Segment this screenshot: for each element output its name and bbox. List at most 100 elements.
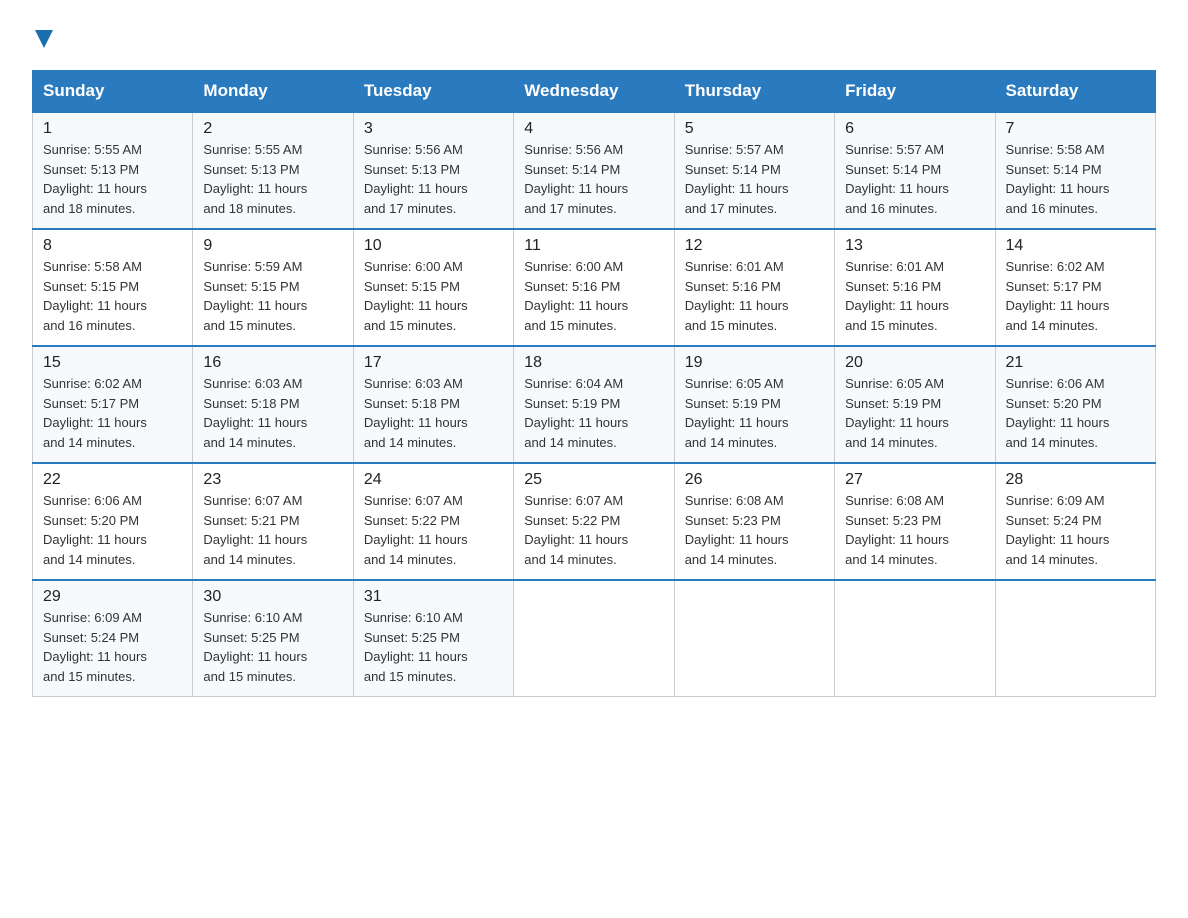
day-number: 20 bbox=[845, 354, 984, 372]
day-number: 28 bbox=[1006, 471, 1145, 489]
day-cell: 9 Sunrise: 5:59 AMSunset: 5:15 PMDayligh… bbox=[193, 229, 353, 346]
day-number: 15 bbox=[43, 354, 182, 372]
day-cell bbox=[674, 580, 834, 697]
day-detail: Sunrise: 5:59 AMSunset: 5:15 PMDaylight:… bbox=[203, 259, 307, 333]
day-detail: Sunrise: 6:09 AMSunset: 5:24 PMDaylight:… bbox=[1006, 493, 1110, 567]
day-cell bbox=[835, 580, 995, 697]
day-detail: Sunrise: 6:00 AMSunset: 5:16 PMDaylight:… bbox=[524, 259, 628, 333]
day-cell: 12 Sunrise: 6:01 AMSunset: 5:16 PMDaylig… bbox=[674, 229, 834, 346]
day-number: 3 bbox=[364, 120, 503, 138]
week-row-2: 8 Sunrise: 5:58 AMSunset: 5:15 PMDayligh… bbox=[33, 229, 1156, 346]
day-cell: 3 Sunrise: 5:56 AMSunset: 5:13 PMDayligh… bbox=[353, 112, 513, 229]
day-number: 4 bbox=[524, 120, 663, 138]
day-cell: 15 Sunrise: 6:02 AMSunset: 5:17 PMDaylig… bbox=[33, 346, 193, 463]
col-monday: Monday bbox=[193, 71, 353, 113]
day-number: 18 bbox=[524, 354, 663, 372]
logo-arrow-icon bbox=[32, 24, 53, 50]
week-row-5: 29 Sunrise: 6:09 AMSunset: 5:24 PMDaylig… bbox=[33, 580, 1156, 697]
day-cell: 19 Sunrise: 6:05 AMSunset: 5:19 PMDaylig… bbox=[674, 346, 834, 463]
day-detail: Sunrise: 6:01 AMSunset: 5:16 PMDaylight:… bbox=[685, 259, 789, 333]
day-cell: 22 Sunrise: 6:06 AMSunset: 5:20 PMDaylig… bbox=[33, 463, 193, 580]
logo bbox=[32, 24, 53, 52]
day-number: 17 bbox=[364, 354, 503, 372]
day-cell: 11 Sunrise: 6:00 AMSunset: 5:16 PMDaylig… bbox=[514, 229, 674, 346]
day-detail: Sunrise: 6:07 AMSunset: 5:22 PMDaylight:… bbox=[364, 493, 468, 567]
day-cell: 16 Sunrise: 6:03 AMSunset: 5:18 PMDaylig… bbox=[193, 346, 353, 463]
day-detail: Sunrise: 6:06 AMSunset: 5:20 PMDaylight:… bbox=[43, 493, 147, 567]
day-detail: Sunrise: 6:05 AMSunset: 5:19 PMDaylight:… bbox=[845, 376, 949, 450]
day-cell: 30 Sunrise: 6:10 AMSunset: 5:25 PMDaylig… bbox=[193, 580, 353, 697]
week-row-4: 22 Sunrise: 6:06 AMSunset: 5:20 PMDaylig… bbox=[33, 463, 1156, 580]
day-number: 26 bbox=[685, 471, 824, 489]
day-number: 22 bbox=[43, 471, 182, 489]
day-cell: 13 Sunrise: 6:01 AMSunset: 5:16 PMDaylig… bbox=[835, 229, 995, 346]
day-number: 16 bbox=[203, 354, 342, 372]
day-cell: 28 Sunrise: 6:09 AMSunset: 5:24 PMDaylig… bbox=[995, 463, 1155, 580]
day-detail: Sunrise: 5:56 AMSunset: 5:14 PMDaylight:… bbox=[524, 142, 628, 216]
day-detail: Sunrise: 6:07 AMSunset: 5:21 PMDaylight:… bbox=[203, 493, 307, 567]
day-number: 11 bbox=[524, 237, 663, 255]
day-number: 25 bbox=[524, 471, 663, 489]
day-cell: 6 Sunrise: 5:57 AMSunset: 5:14 PMDayligh… bbox=[835, 112, 995, 229]
day-detail: Sunrise: 5:55 AMSunset: 5:13 PMDaylight:… bbox=[43, 142, 147, 216]
day-cell: 29 Sunrise: 6:09 AMSunset: 5:24 PMDaylig… bbox=[33, 580, 193, 697]
col-tuesday: Tuesday bbox=[353, 71, 513, 113]
day-number: 13 bbox=[845, 237, 984, 255]
col-saturday: Saturday bbox=[995, 71, 1155, 113]
day-cell: 1 Sunrise: 5:55 AMSunset: 5:13 PMDayligh… bbox=[33, 112, 193, 229]
day-number: 27 bbox=[845, 471, 984, 489]
day-detail: Sunrise: 6:02 AMSunset: 5:17 PMDaylight:… bbox=[1006, 259, 1110, 333]
day-number: 8 bbox=[43, 237, 182, 255]
day-number: 10 bbox=[364, 237, 503, 255]
day-number: 24 bbox=[364, 471, 503, 489]
day-cell: 10 Sunrise: 6:00 AMSunset: 5:15 PMDaylig… bbox=[353, 229, 513, 346]
day-detail: Sunrise: 6:09 AMSunset: 5:24 PMDaylight:… bbox=[43, 610, 147, 684]
day-cell: 24 Sunrise: 6:07 AMSunset: 5:22 PMDaylig… bbox=[353, 463, 513, 580]
day-cell bbox=[995, 580, 1155, 697]
day-detail: Sunrise: 5:57 AMSunset: 5:14 PMDaylight:… bbox=[685, 142, 789, 216]
day-detail: Sunrise: 5:58 AMSunset: 5:15 PMDaylight:… bbox=[43, 259, 147, 333]
day-cell: 31 Sunrise: 6:10 AMSunset: 5:25 PMDaylig… bbox=[353, 580, 513, 697]
day-detail: Sunrise: 5:55 AMSunset: 5:13 PMDaylight:… bbox=[203, 142, 307, 216]
day-number: 2 bbox=[203, 120, 342, 138]
day-cell: 7 Sunrise: 5:58 AMSunset: 5:14 PMDayligh… bbox=[995, 112, 1155, 229]
header bbox=[32, 24, 1156, 52]
day-cell: 8 Sunrise: 5:58 AMSunset: 5:15 PMDayligh… bbox=[33, 229, 193, 346]
day-cell: 18 Sunrise: 6:04 AMSunset: 5:19 PMDaylig… bbox=[514, 346, 674, 463]
day-number: 9 bbox=[203, 237, 342, 255]
col-sunday: Sunday bbox=[33, 71, 193, 113]
week-row-3: 15 Sunrise: 6:02 AMSunset: 5:17 PMDaylig… bbox=[33, 346, 1156, 463]
header-row: Sunday Monday Tuesday Wednesday Thursday… bbox=[33, 71, 1156, 113]
day-number: 14 bbox=[1006, 237, 1145, 255]
day-cell: 25 Sunrise: 6:07 AMSunset: 5:22 PMDaylig… bbox=[514, 463, 674, 580]
week-row-1: 1 Sunrise: 5:55 AMSunset: 5:13 PMDayligh… bbox=[33, 112, 1156, 229]
day-detail: Sunrise: 6:08 AMSunset: 5:23 PMDaylight:… bbox=[845, 493, 949, 567]
day-detail: Sunrise: 5:57 AMSunset: 5:14 PMDaylight:… bbox=[845, 142, 949, 216]
day-number: 1 bbox=[43, 120, 182, 138]
day-detail: Sunrise: 6:08 AMSunset: 5:23 PMDaylight:… bbox=[685, 493, 789, 567]
day-number: 12 bbox=[685, 237, 824, 255]
day-detail: Sunrise: 5:56 AMSunset: 5:13 PMDaylight:… bbox=[364, 142, 468, 216]
day-cell: 5 Sunrise: 5:57 AMSunset: 5:14 PMDayligh… bbox=[674, 112, 834, 229]
day-cell: 26 Sunrise: 6:08 AMSunset: 5:23 PMDaylig… bbox=[674, 463, 834, 580]
day-detail: Sunrise: 6:02 AMSunset: 5:17 PMDaylight:… bbox=[43, 376, 147, 450]
day-cell: 23 Sunrise: 6:07 AMSunset: 5:21 PMDaylig… bbox=[193, 463, 353, 580]
col-thursday: Thursday bbox=[674, 71, 834, 113]
day-detail: Sunrise: 6:04 AMSunset: 5:19 PMDaylight:… bbox=[524, 376, 628, 450]
calendar-table: Sunday Monday Tuesday Wednesday Thursday… bbox=[32, 70, 1156, 697]
day-cell: 21 Sunrise: 6:06 AMSunset: 5:20 PMDaylig… bbox=[995, 346, 1155, 463]
day-detail: Sunrise: 6:10 AMSunset: 5:25 PMDaylight:… bbox=[364, 610, 468, 684]
day-number: 19 bbox=[685, 354, 824, 372]
day-number: 7 bbox=[1006, 120, 1145, 138]
day-number: 23 bbox=[203, 471, 342, 489]
col-friday: Friday bbox=[835, 71, 995, 113]
day-detail: Sunrise: 6:03 AMSunset: 5:18 PMDaylight:… bbox=[364, 376, 468, 450]
day-number: 30 bbox=[203, 588, 342, 606]
day-cell: 27 Sunrise: 6:08 AMSunset: 5:23 PMDaylig… bbox=[835, 463, 995, 580]
day-cell bbox=[514, 580, 674, 697]
day-number: 6 bbox=[845, 120, 984, 138]
day-detail: Sunrise: 6:03 AMSunset: 5:18 PMDaylight:… bbox=[203, 376, 307, 450]
day-number: 29 bbox=[43, 588, 182, 606]
day-number: 5 bbox=[685, 120, 824, 138]
day-detail: Sunrise: 5:58 AMSunset: 5:14 PMDaylight:… bbox=[1006, 142, 1110, 216]
